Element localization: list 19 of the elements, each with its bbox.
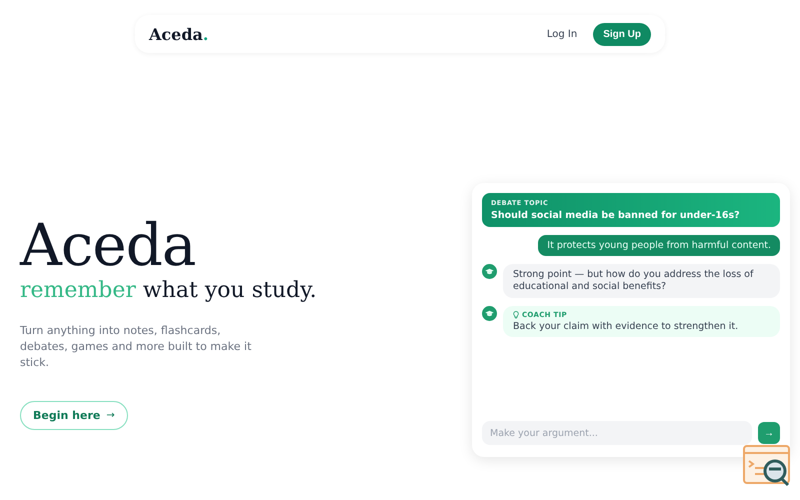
login-link[interactable]: Log In bbox=[546, 28, 578, 40]
hero-description: Turn anything into notes, flashcards, debates, games and more built to make it stick. bbox=[20, 322, 252, 371]
hero-title: Aceda bbox=[20, 215, 196, 276]
argument-input[interactable]: Make your argument... bbox=[482, 421, 752, 445]
code-search-icon[interactable] bbox=[742, 444, 792, 488]
tagline-accent: remember bbox=[20, 278, 136, 303]
tip-text: Back your claim with evidence to strengthen it. bbox=[513, 321, 740, 332]
graduation-cap-icon bbox=[482, 264, 497, 279]
bot-message: Strong point — but how do you address the loss of educational and social benefits? bbox=[503, 264, 780, 298]
logo[interactable]: Aceda. bbox=[149, 24, 208, 44]
graduation-cap-icon bbox=[482, 306, 497, 321]
lightbulb-icon bbox=[513, 311, 519, 319]
arrow-icon: → bbox=[106, 410, 115, 421]
signup-button[interactable]: Sign Up bbox=[593, 22, 651, 46]
send-button[interactable]: → bbox=[758, 422, 780, 444]
begin-button[interactable]: Begin here → bbox=[20, 400, 128, 430]
tagline: what you study. bbox=[142, 278, 317, 303]
topic-text: Should social media be banned for under-16s? bbox=[491, 210, 741, 221]
user-message: It protects young people from harmful content. bbox=[538, 235, 780, 256]
